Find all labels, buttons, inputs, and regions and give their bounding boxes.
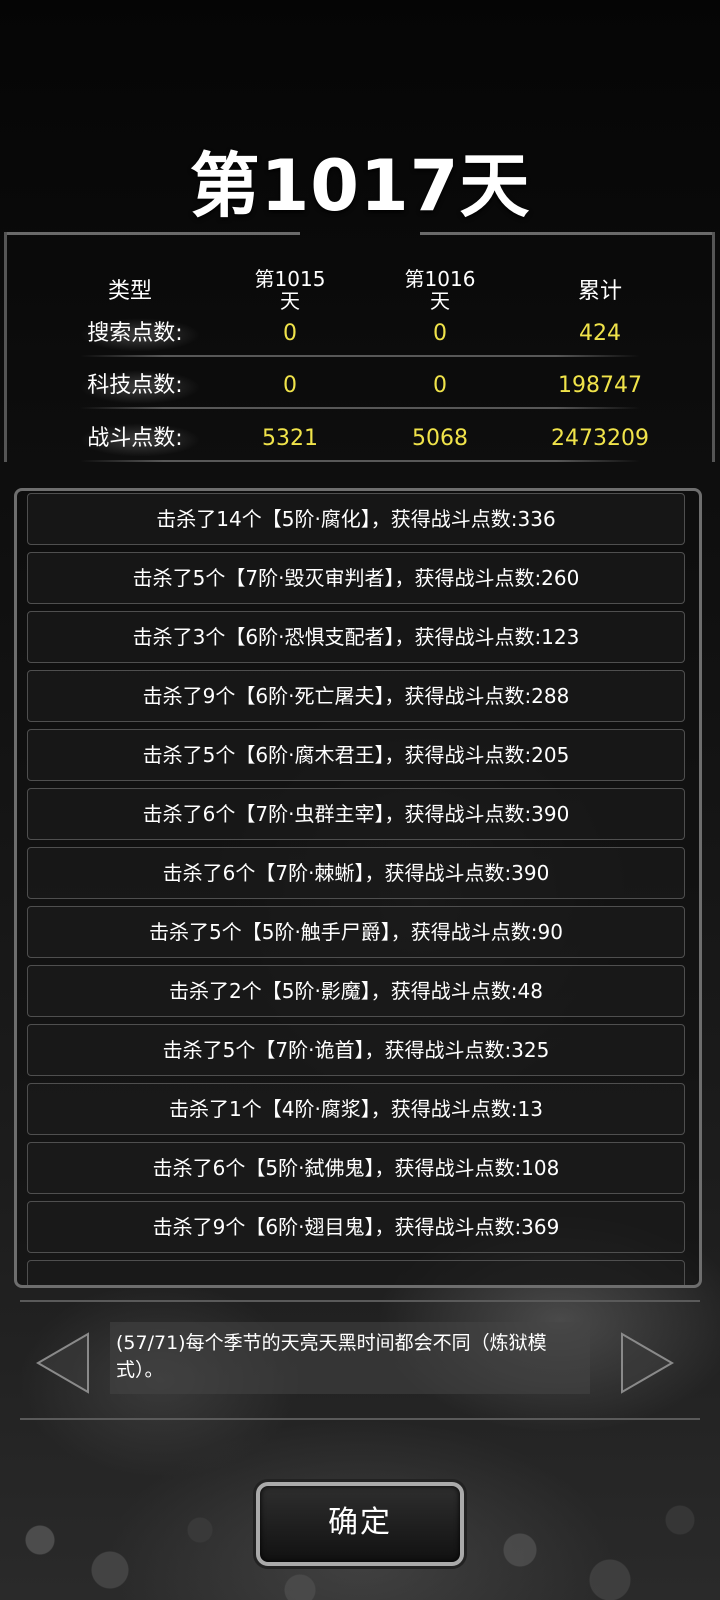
next-tip-button[interactable] bbox=[616, 1330, 676, 1396]
prev-tip-button[interactable] bbox=[34, 1330, 94, 1396]
log-item: 击杀了5个【6阶·腐木君王】，获得战斗点数:205 bbox=[27, 729, 685, 781]
log-item: 击杀了6个【7阶·棘蜥】，获得战斗点数:390 bbox=[27, 847, 685, 899]
tip-line-2: 式）。 bbox=[116, 1359, 164, 1381]
row-label: 搜索点数: bbox=[87, 321, 183, 346]
row-value-total: 198747 bbox=[558, 373, 642, 398]
tip-line-1: (57/71)每个季节的天亮天黑时间都会不同（炼狱模 bbox=[116, 1332, 547, 1354]
confirm-button[interactable]: 确定 bbox=[256, 1482, 464, 1566]
log-item: 击杀了2个【5阶·影魔】，获得战斗点数:48 bbox=[27, 965, 685, 1017]
log-item: 击杀了9个【6阶·死亡屠夫】，获得战斗点数:288 bbox=[27, 670, 685, 722]
log-item: 击杀了14个【5阶·腐化】，获得战斗点数:336 bbox=[27, 493, 685, 545]
day-title: 第1017天 bbox=[189, 145, 531, 227]
tip-text: (57/71)每个季节的天亮天黑时间都会不同（炼狱模 式）。 bbox=[116, 1330, 586, 1384]
row-value-1015: 0 bbox=[283, 373, 297, 398]
stats-row-tech: 科技点数: 0 0 198747 bbox=[0, 374, 720, 418]
row-value-1016: 5068 bbox=[412, 426, 468, 451]
row-value-1016: 0 bbox=[433, 373, 447, 398]
header-day1016: 第1016 天 bbox=[404, 267, 476, 313]
frame-top-right bbox=[420, 232, 714, 235]
stats-row-search: 搜索点数: 0 0 424 bbox=[0, 322, 720, 366]
kill-log-panel[interactable]: 击杀了14个【5阶·腐化】，获得战斗点数:336 击杀了5个【7阶·毁灭审判者】… bbox=[14, 488, 702, 1288]
row-value-total: 2473209 bbox=[551, 426, 649, 451]
log-item-partial bbox=[27, 1260, 685, 1285]
log-item: 击杀了6个【5阶·弑佛鬼】，获得战斗点数:108 bbox=[27, 1142, 685, 1194]
row-value-1015: 5321 bbox=[262, 426, 318, 451]
row-divider bbox=[80, 460, 640, 462]
header-total: 累计 bbox=[577, 279, 622, 304]
left-triangle-arrow-icon bbox=[36, 1332, 89, 1394]
log-item: 击杀了5个【7阶·毁灭审判者】，获得战斗点数:260 bbox=[27, 552, 685, 604]
header-day1015: 第1015 天 bbox=[254, 267, 326, 313]
row-divider bbox=[80, 407, 640, 409]
row-value-1016: 0 bbox=[433, 321, 447, 346]
log-item: 击杀了5个【7阶·诡首】，获得战斗点数:325 bbox=[27, 1024, 685, 1076]
log-item: 击杀了6个【7阶·虫群主宰】，获得战斗点数:390 bbox=[27, 788, 685, 840]
tip-divider-bottom bbox=[20, 1418, 700, 1420]
log-item: 击杀了9个【6阶·翅目鬼】，获得战斗点数:369 bbox=[27, 1201, 685, 1253]
tip-divider-top bbox=[20, 1300, 700, 1302]
row-value-1015: 0 bbox=[283, 321, 297, 346]
right-triangle-arrow-icon bbox=[621, 1332, 674, 1394]
stats-header-row: 类型 第1015 天 第1016 天 累计 bbox=[0, 267, 720, 314]
row-divider bbox=[80, 355, 640, 357]
frame-top-left bbox=[6, 232, 300, 235]
row-value-total: 424 bbox=[579, 321, 621, 346]
stats-row-combat: 战斗点数: 5321 5068 2473209 bbox=[0, 427, 720, 471]
row-label: 战斗点数: bbox=[87, 426, 183, 451]
log-item: 击杀了5个【5阶·触手尸爵】，获得战斗点数:90 bbox=[27, 906, 685, 958]
log-item: 击杀了3个【6阶·恐惧支配者】，获得战斗点数:123 bbox=[27, 611, 685, 663]
header-type: 类型 bbox=[107, 279, 152, 304]
row-label: 科技点数: bbox=[87, 373, 183, 398]
log-item: 击杀了1个【4阶·腐浆】，获得战斗点数:13 bbox=[27, 1083, 685, 1135]
